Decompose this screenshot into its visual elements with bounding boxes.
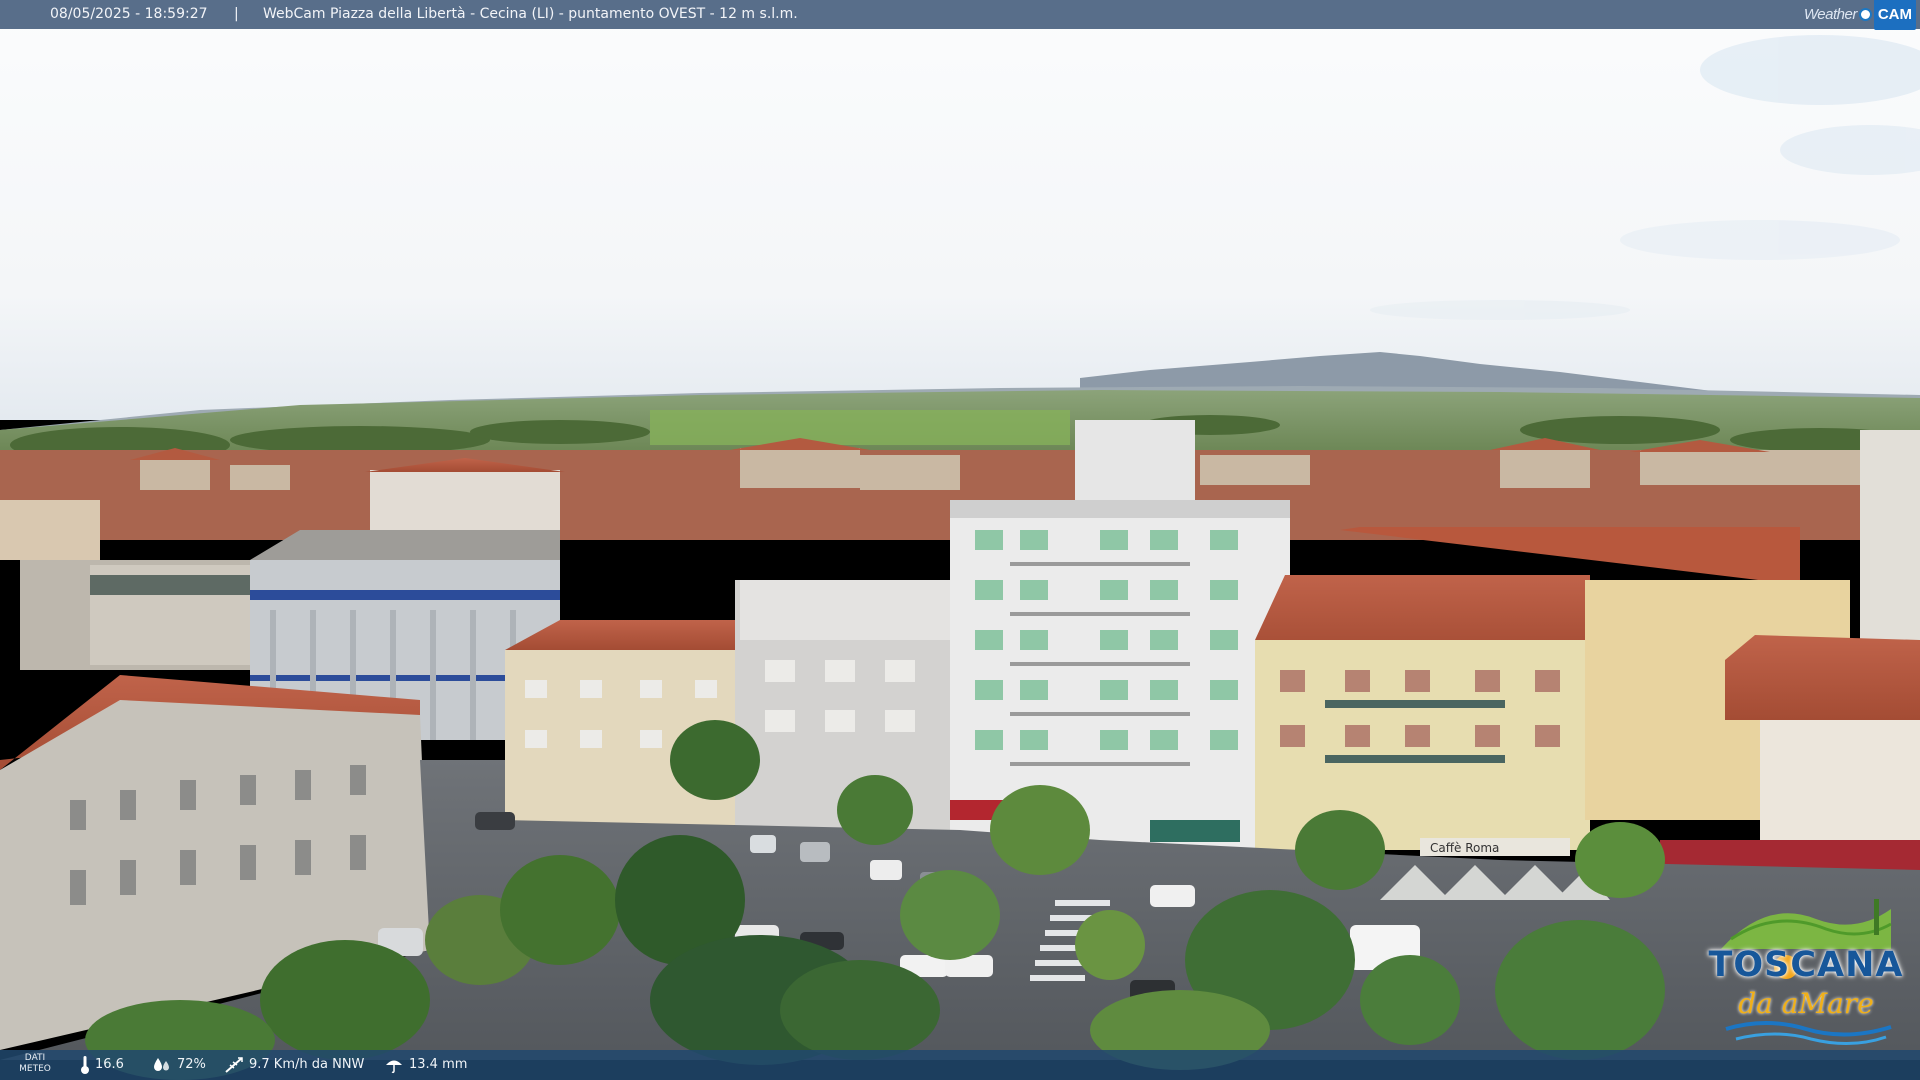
weathercam-logo: Weather CAM (1803, 0, 1916, 30)
timestamp: 08/05/2025 - 18:59:27 (50, 6, 208, 22)
meteo-label-line1: DATI (24, 1053, 46, 1063)
rain-umbrella-icon (386, 1060, 402, 1074)
rain-value: 13.4 mm (409, 1057, 468, 1072)
rain-reading: 13.4 mm (384, 1050, 467, 1080)
thermometer-icon (81, 1056, 89, 1074)
toscana-brand-text: TOSCANA (1708, 945, 1904, 985)
toscana-da-amare-logo: TOSCANA da aMare (1706, 879, 1906, 1054)
top-info-bar: 08/05/2025 - 18:59:27 | WebCam Piazza de… (0, 0, 1920, 30)
title-separator: | (234, 6, 239, 22)
wind-reading: 9.7 Km/h da NNW (224, 1050, 364, 1080)
sky (0, 0, 1920, 420)
weathercam-logo-cam: CAM (1873, 0, 1916, 30)
temperature-value: 16.6 (95, 1057, 124, 1072)
wind-direction-icon (225, 1057, 243, 1073)
webcam-scene: Caffè Roma (0, 0, 1920, 1080)
weathercam-dot-icon (1858, 7, 1872, 21)
wind-value: 9.7 Km/h da NNW (249, 1057, 365, 1072)
webcam-title: WebCam Piazza della Libertà - Cecina (LI… (263, 6, 798, 22)
green-field (650, 410, 1070, 445)
webcam-frame: Caffè Roma 08/05/2025 - 18:59:27 | WebCa… (0, 0, 1920, 1080)
humidity-reading: 72% (152, 1050, 206, 1080)
weathercam-logo-word: Weather (1803, 5, 1857, 23)
humidity-value: 72% (177, 1057, 206, 1072)
meteo-data-bar: DATI METEO 16.6 72% 9.7 Km/h da NNW 13.4… (0, 1050, 1920, 1080)
meteo-label-line2: METEO (19, 1064, 51, 1074)
cafe-sign: Caffè Roma (1430, 841, 1499, 855)
humidity-drops-icon (154, 1058, 169, 1071)
toscana-sub-text: da aMare (1738, 987, 1874, 1020)
meteo-label: DATI METEO (8, 1053, 62, 1075)
temperature-reading: 16.6 (80, 1050, 124, 1080)
